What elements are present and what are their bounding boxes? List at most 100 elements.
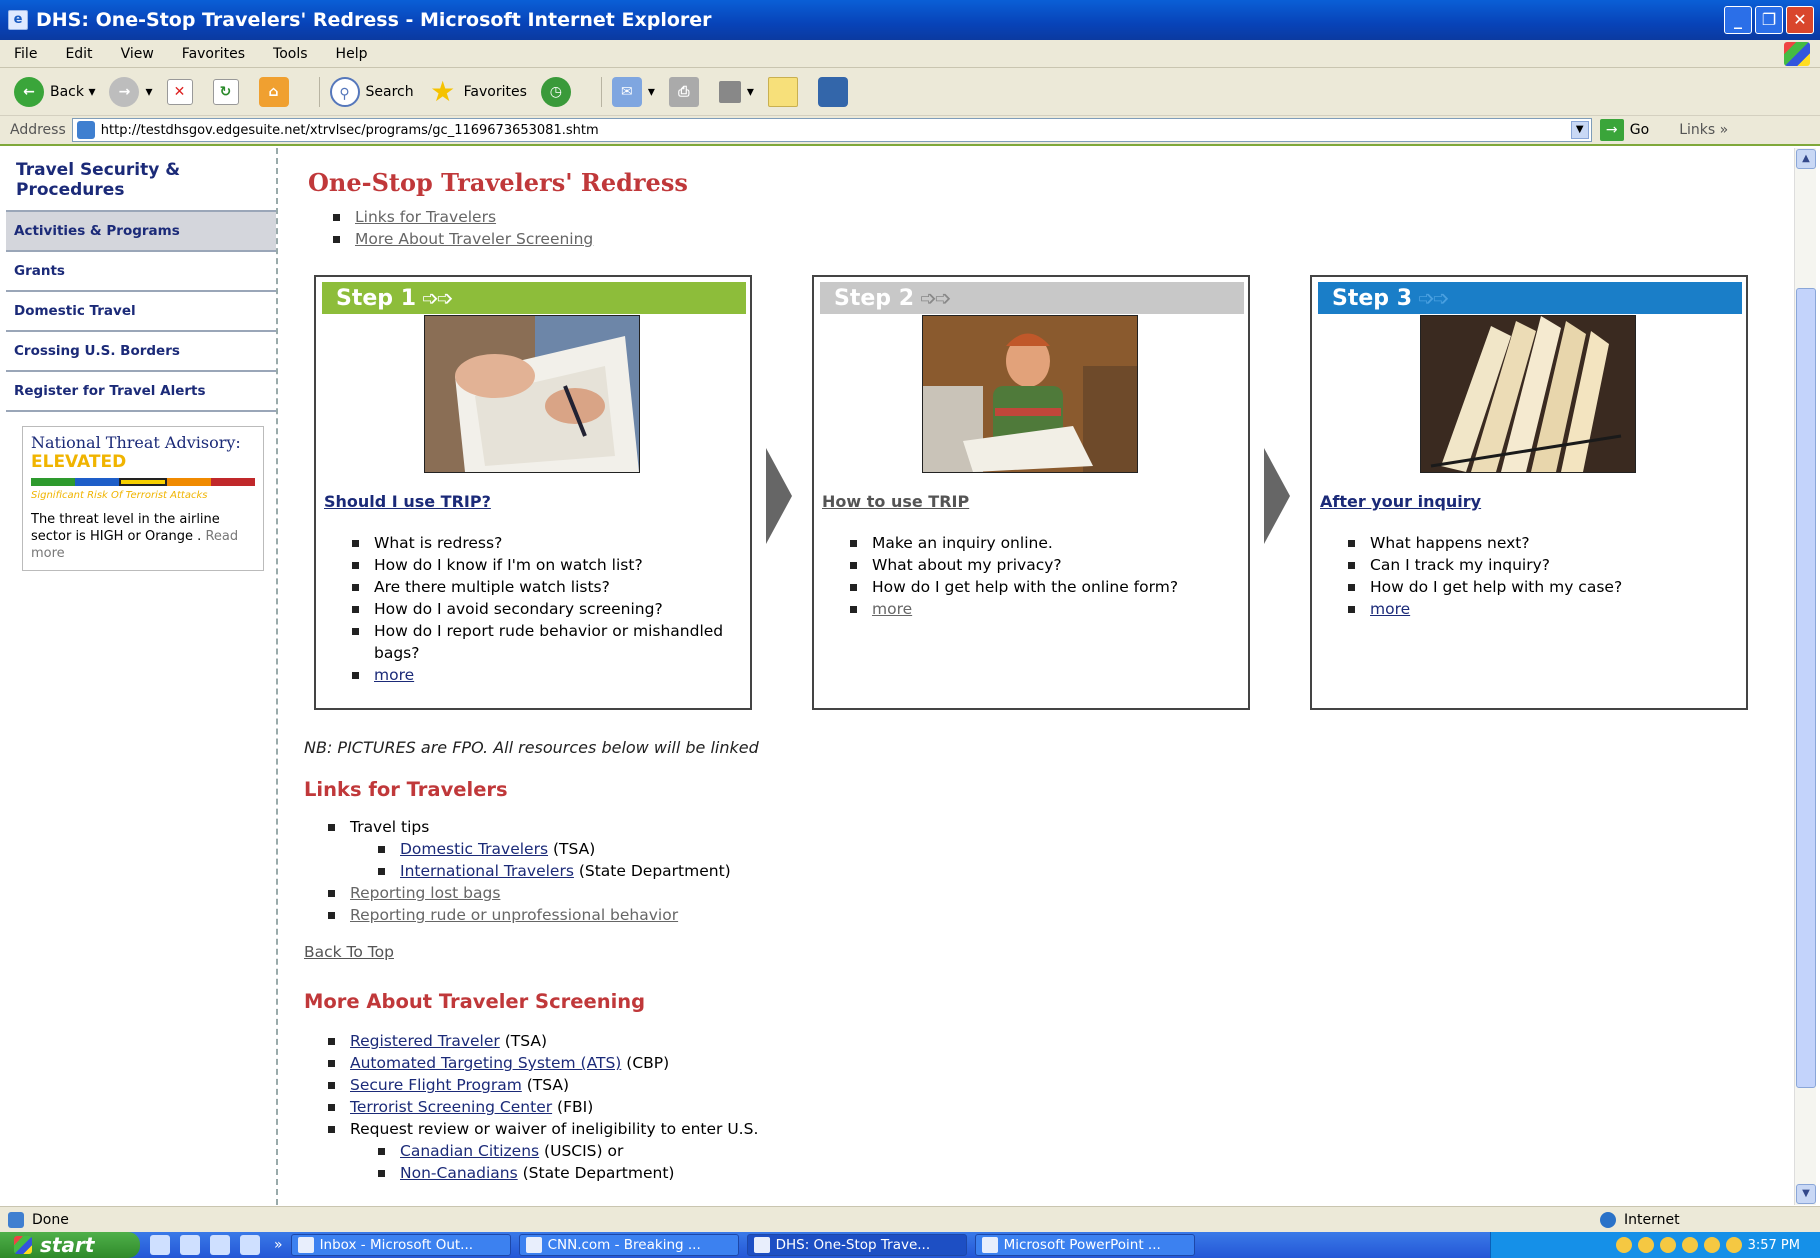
tray-mail-icon[interactable] [1615,1237,1632,1253]
mail-button[interactable]: ✉ ▾ [611,76,655,107]
list-item: What happens next? [1348,532,1738,554]
menu-view[interactable]: View [107,46,168,62]
go-button[interactable]: → Go [1599,119,1649,141]
security-zone: Internet [1600,1211,1680,1228]
non-canadians-link[interactable]: Non-Canadians [400,1164,518,1182]
taskbar-button-cnn[interactable]: CNN.com - Breaking ... [518,1234,739,1256]
registered-traveler-link[interactable]: Registered Traveler [350,1032,500,1050]
history-icon: ◷ [540,76,571,107]
title-bar: e DHS: One-Stop Travelers' Redress - Mic… [0,0,1820,40]
outlook-icon [297,1237,314,1253]
international-travelers-link[interactable]: International Travelers [400,862,574,880]
menu-favorites[interactable]: Favorites [168,46,259,62]
globe-icon [1600,1211,1616,1228]
step-1-question-link[interactable]: Should I use TRIP? [324,492,491,511]
windows-logo-icon [14,1236,32,1254]
step-3-question-link[interactable]: After your inquiry [1320,492,1481,511]
threat-advisory-box[interactable]: National Threat Advisory: ELEVATED Signi… [22,426,264,571]
step-2-more-link[interactable]: more [872,600,912,618]
threat-level-bar [31,478,255,486]
system-tray: 3:57 PM [1490,1232,1820,1258]
edit-icon [718,80,741,103]
messenger-button[interactable] [817,76,854,107]
back-button[interactable]: ← Back ▾ [14,76,95,107]
terrorist-screening-center-link[interactable]: Terrorist Screening Center [350,1098,552,1116]
threat-bar-orange [167,478,211,486]
refresh-button[interactable]: ↻ [212,78,245,105]
address-input[interactable]: http://testdhsgov.edgesuite.net/xtrvlsec… [71,118,1592,142]
step-3-header: Step 3 ➩➩ [1318,282,1742,314]
nav-title[interactable]: Travel Security & Procedures [6,148,276,212]
quicklaunch-browser-icon[interactable] [180,1235,200,1255]
links-for-travelers-link[interactable]: Links for Travelers [355,208,496,226]
threat-bar-red [211,478,255,486]
quicklaunch-word-icon[interactable] [240,1235,260,1255]
minimize-button[interactable]: _ [1724,6,1752,34]
favorites-button[interactable]: ★ Favorites [428,76,527,107]
address-dropdown-icon[interactable]: ▼ [1570,121,1589,139]
menu-tools[interactable]: Tools [259,46,322,62]
domestic-travelers-link[interactable]: Domestic Travelers [400,840,548,858]
tray-clock-icon[interactable] [1637,1237,1654,1253]
threat-risk: Significant Risk Of Terrorist Attacks [31,490,208,501]
links-toolbar[interactable]: Links » [1679,122,1728,138]
start-button[interactable]: start [0,1232,140,1258]
scroll-down-icon[interactable]: ▼ [1796,1184,1816,1204]
menu-help[interactable]: Help [322,46,382,62]
step-1-header: Step 1 ➩➩ [322,282,746,314]
ats-link[interactable]: Automated Targeting System (ATS) [350,1054,621,1072]
edit-button[interactable]: ▾ [718,80,754,103]
restore-button[interactable]: ❐ [1755,6,1783,34]
secure-flight-link[interactable]: Secure Flight Program [350,1076,522,1094]
step-2-photo [922,315,1138,473]
discuss-button[interactable] [767,76,804,107]
step-arrows-icon: ➩➩ [920,286,951,310]
print-button[interactable]: ⎙ [668,76,705,107]
back-to-top-link[interactable]: Back To Top [304,943,394,961]
nav-item-crossing-borders[interactable]: Crossing U.S. Borders [6,332,276,372]
canadian-citizens-link[interactable]: Canadian Citizens [400,1142,539,1160]
menu-file[interactable]: File [0,46,51,62]
list-item: more [352,664,742,686]
list-item: More About Traveler Screening [333,228,593,250]
forward-button[interactable]: → ▾ [109,76,153,107]
taskbar-button-powerpoint[interactable]: Microsoft PowerPoint ... [974,1234,1195,1256]
history-button[interactable]: ◷ [540,76,577,107]
menu-edit[interactable]: Edit [51,46,106,62]
nav-item-travel-alerts[interactable]: Register for Travel Alerts [6,372,276,412]
rude-behavior-link[interactable]: Reporting rude or unprofessional behavio… [350,906,678,924]
step-1-more-link[interactable]: more [374,666,414,684]
scrollbar-thumb[interactable] [1796,288,1816,1088]
step-3-more-link[interactable]: more [1370,600,1410,618]
quicklaunch-ie-icon[interactable] [150,1235,170,1255]
lost-bags-link[interactable]: Reporting lost bags [350,884,500,902]
toolbar-divider [600,76,602,107]
vertical-scrollbar[interactable]: ▲ ▼ [1794,148,1816,1205]
threat-bar-green [31,478,75,486]
list-item: How do I get help with my case? [1348,576,1738,598]
more-about-screening-link[interactable]: More About Traveler Screening [355,230,593,248]
list-item: Reporting lost bags [328,882,1028,904]
nav-item-grants[interactable]: Grants [6,252,276,292]
quicklaunch-excel-icon[interactable] [210,1235,230,1255]
home-button[interactable]: ⌂ [258,76,295,107]
tray-security-icon[interactable] [1703,1237,1720,1253]
taskbar-button-outlook[interactable]: Inbox - Microsoft Out... [290,1234,511,1256]
tray-volume-icon[interactable] [1681,1237,1698,1253]
taskbar-button-dhs[interactable]: DHS: One-Stop Trave... [746,1234,967,1256]
list-item: How do I get help with the online form? [850,576,1240,598]
close-button[interactable]: ✕ [1786,6,1814,34]
quicklaunch-more-icon[interactable]: » [274,1237,283,1253]
stop-button[interactable]: ✕ [166,78,199,105]
scroll-up-icon[interactable]: ▲ [1796,149,1816,169]
toolbar: ← Back ▾ → ▾ ✕ ↻ ⌂ ⚲ Search ★ Favorites ◷ ✉ ▾… [0,68,1820,116]
tray-update-icon[interactable] [1725,1237,1742,1253]
search-button[interactable]: ⚲ Search [329,76,414,107]
step-2-question-link[interactable]: How to use TRIP [822,492,969,511]
list-item: Terrorist Screening Center (FBI) [328,1096,1128,1118]
tray-network-icon[interactable] [1659,1237,1676,1253]
nav-item-activities-programs[interactable]: Activities & Programs [6,212,276,252]
nav-item-domestic-travel[interactable]: Domestic Travel [6,292,276,332]
messenger-icon [817,76,848,107]
list-item: Are there multiple watch lists? [352,576,742,598]
